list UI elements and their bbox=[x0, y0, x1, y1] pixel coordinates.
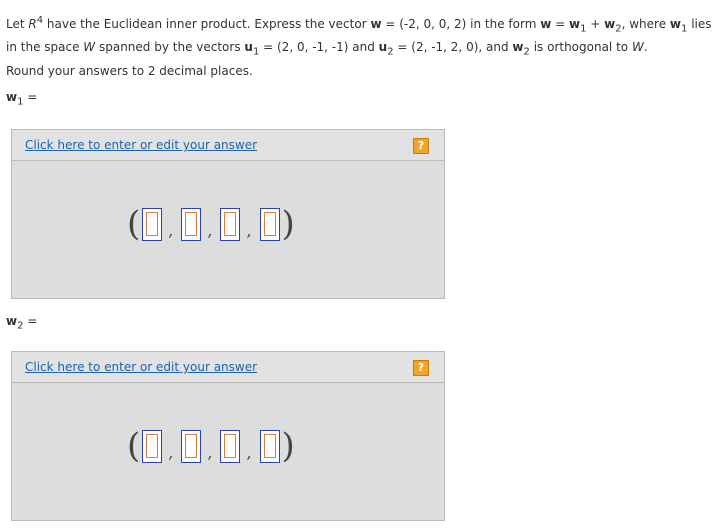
open-paren: ( bbox=[127, 204, 141, 244]
rounding-instruction: Round your answers to 2 decimal places. bbox=[6, 64, 253, 78]
help-icon[interactable]: ? bbox=[413, 138, 429, 154]
vector-input-w1: ( , , , ) bbox=[127, 204, 295, 244]
component-input-3[interactable] bbox=[220, 207, 241, 241]
component-input-1[interactable] bbox=[142, 429, 163, 463]
question-text: Let R4 have the Euclidean inner product.… bbox=[6, 15, 712, 58]
open-paren: ( bbox=[127, 426, 141, 466]
answer-panel-header: Click here to enter or edit your answer … bbox=[12, 352, 444, 383]
edit-answer-link[interactable]: Click here to enter or edit your answer bbox=[25, 138, 257, 152]
component-input-2[interactable] bbox=[181, 207, 202, 241]
answer-panel-header: Click here to enter or edit your answer … bbox=[12, 130, 444, 161]
close-paren: ) bbox=[281, 426, 295, 466]
component-input-2[interactable] bbox=[181, 429, 202, 463]
component-input-1[interactable] bbox=[142, 207, 163, 241]
vector-input-w2: ( , , , ) bbox=[127, 426, 295, 466]
w2-label: w2 = bbox=[6, 314, 38, 332]
comma: , bbox=[207, 221, 213, 240]
help-icon[interactable]: ? bbox=[413, 360, 429, 376]
component-input-4[interactable] bbox=[259, 207, 280, 241]
comma: , bbox=[246, 221, 252, 240]
answer-panel-w1: Click here to enter or edit your answer … bbox=[11, 129, 445, 299]
edit-answer-link[interactable]: Click here to enter or edit your answer bbox=[25, 360, 257, 374]
answer-panel-w2: Click here to enter or edit your answer … bbox=[11, 351, 445, 521]
comma: , bbox=[246, 443, 252, 462]
component-input-3[interactable] bbox=[220, 429, 241, 463]
comma: , bbox=[168, 221, 174, 240]
component-input-4[interactable] bbox=[259, 429, 280, 463]
comma: , bbox=[207, 443, 213, 462]
w1-label: w1 = bbox=[6, 90, 38, 108]
close-paren: ) bbox=[281, 204, 295, 244]
comma: , bbox=[168, 443, 174, 462]
